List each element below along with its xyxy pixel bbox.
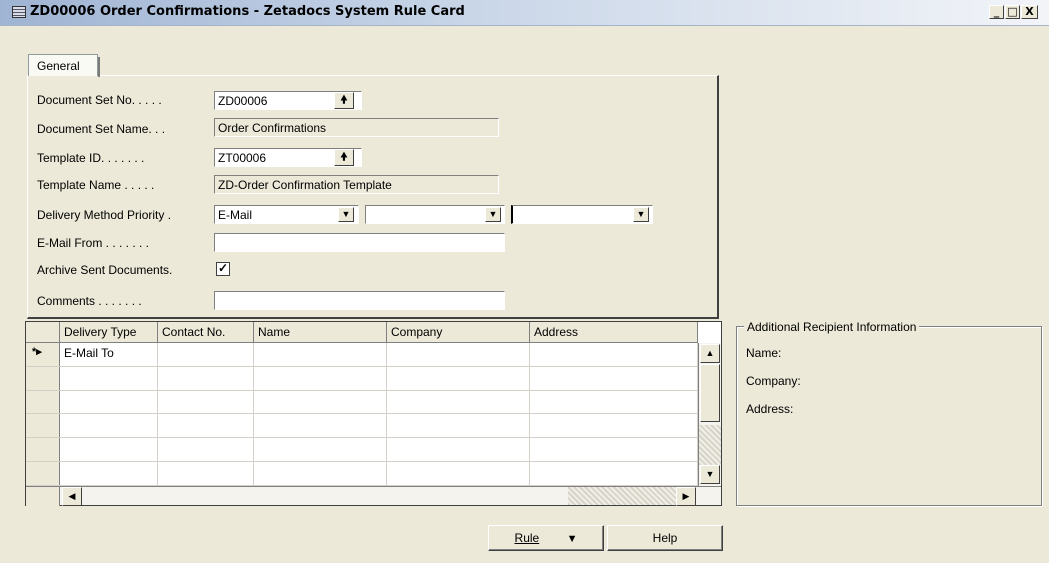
template-name-label: Template Name . . . . . <box>37 178 155 192</box>
table-cell[interactable] <box>254 414 387 438</box>
rule-button[interactable]: Rule ▼ <box>488 525 604 551</box>
scroll-left-icon[interactable]: ◀ <box>62 487 82 506</box>
table-cell[interactable] <box>530 438 698 461</box>
recipient-info-title: Additional Recipient Information <box>744 320 920 334</box>
comments-label: Comments . . . . . . . <box>37 294 142 308</box>
document-set-name-field: Order Confirmations <box>214 118 499 137</box>
scroll-corner <box>26 487 60 506</box>
horizontal-scrollbar[interactable]: ◀ ▶ <box>26 486 721 506</box>
table-cell[interactable] <box>387 414 530 438</box>
row-selector[interactable] <box>26 390 60 414</box>
table-row[interactable] <box>26 390 698 415</box>
table-row[interactable] <box>26 438 698 462</box>
delivery-method-priority-label: Delivery Method Priority . <box>37 208 172 222</box>
document-set-lookup-button[interactable]: 🠝 <box>334 92 354 109</box>
scroll-right-icon[interactable]: ▶ <box>676 487 696 506</box>
template-id-label: Template ID. . . . . . . <box>37 151 145 165</box>
table-cell[interactable] <box>530 461 698 485</box>
table-cell[interactable] <box>158 414 254 438</box>
recipient-info-group <box>736 326 1042 506</box>
table-row[interactable] <box>26 461 698 486</box>
email-from-label: E-Mail From . . . . . . . <box>37 236 150 250</box>
template-name-field: ZD-Order Confirmation Template <box>214 175 499 194</box>
rule-label: Rule <box>514 531 540 545</box>
archive-sent-documents-label: Archive Sent Documents. <box>37 263 173 277</box>
column-header[interactable]: Name <box>254 322 387 343</box>
table-cell[interactable] <box>60 438 158 461</box>
email-from-field[interactable] <box>214 233 505 252</box>
table-cell[interactable] <box>158 366 254 390</box>
table-cell[interactable] <box>530 343 698 366</box>
recipient-name-label: Name: <box>746 346 782 360</box>
archive-sent-documents-checkbox[interactable]: ✓ <box>216 262 230 276</box>
table-cell[interactable] <box>158 343 254 366</box>
help-button[interactable]: Help <box>607 525 723 551</box>
scroll-down-icon[interactable]: ▼ <box>700 465 720 484</box>
table-cell[interactable] <box>387 343 530 366</box>
table-cell[interactable] <box>387 438 530 461</box>
table-cell[interactable] <box>254 366 387 390</box>
column-header[interactable]: Company <box>387 322 530 343</box>
table-cell[interactable] <box>60 414 158 438</box>
row-selector[interactable] <box>26 414 60 438</box>
column-header[interactable]: Address <box>530 322 698 343</box>
table-cell[interactable] <box>254 343 387 366</box>
column-header[interactable]: Contact No. <box>158 322 254 343</box>
table-cell[interactable] <box>254 438 387 461</box>
table-cell[interactable] <box>387 461 530 485</box>
form-icon <box>12 6 26 18</box>
chevron-down-icon[interactable]: ▼ <box>485 207 501 222</box>
table-cell[interactable] <box>387 366 530 390</box>
recipient-company-label: Company: <box>746 374 801 388</box>
recipient-address-label: Address: <box>746 402 794 416</box>
document-set-no-label: Document Set No. . . . . <box>37 93 162 107</box>
minimize-button[interactable]: _ <box>989 5 1004 19</box>
table-cell[interactable] <box>158 438 254 461</box>
chevron-down-icon: ▼ <box>566 533 578 545</box>
grid-body: *▸ E-Mail To <box>26 343 698 486</box>
general-panel <box>27 75 719 319</box>
maximize-button[interactable]: □ <box>1005 5 1020 19</box>
close-button[interactable]: X <box>1021 5 1038 19</box>
table-cell[interactable]: E-Mail To <box>60 343 158 366</box>
chevron-down-icon[interactable]: ▼ <box>633 207 649 222</box>
row-selector-header <box>26 322 60 343</box>
window-title: ZD00006 Order Confirmations - Zetadocs S… <box>30 4 465 19</box>
table-row[interactable] <box>26 366 698 391</box>
vertical-scrollbar[interactable]: ▲ ▼ <box>698 343 721 486</box>
table-cell[interactable] <box>254 390 387 414</box>
table-row[interactable] <box>26 414 698 439</box>
scroll-thumb[interactable] <box>700 364 720 422</box>
new-row-marker: *▸ <box>26 343 60 366</box>
scroll-track[interactable] <box>568 487 676 505</box>
title-bar: ZD00006 Order Confirmations - Zetadocs S… <box>0 0 1049 26</box>
table-cell[interactable] <box>158 461 254 485</box>
table-cell[interactable] <box>158 390 254 414</box>
tab-general[interactable]: General <box>28 54 100 77</box>
table-cell[interactable] <box>387 390 530 414</box>
row-selector[interactable] <box>26 461 60 485</box>
recipients-grid[interactable]: Delivery Type Contact No. Name Company A… <box>25 321 722 506</box>
table-cell[interactable] <box>60 366 158 390</box>
table-cell[interactable] <box>60 390 158 414</box>
table-row[interactable]: *▸ E-Mail To <box>26 343 698 367</box>
document-set-name-label: Document Set Name. . . <box>37 122 166 136</box>
chevron-down-icon[interactable]: ▼ <box>338 207 354 222</box>
comments-field[interactable] <box>214 291 505 310</box>
table-cell[interactable] <box>530 366 698 390</box>
template-lookup-button[interactable]: 🠝 <box>334 149 354 166</box>
scroll-up-icon[interactable]: ▲ <box>700 344 720 363</box>
delivery-method-3-select[interactable] <box>511 205 653 224</box>
table-cell[interactable] <box>60 461 158 485</box>
column-header[interactable]: Delivery Type <box>60 322 158 343</box>
grid-header: Delivery Type Contact No. Name Company A… <box>26 322 698 343</box>
scroll-track[interactable] <box>699 425 721 465</box>
table-cell[interactable] <box>254 461 387 485</box>
row-selector[interactable] <box>26 438 60 461</box>
table-cell[interactable] <box>530 414 698 438</box>
delivery-method-2-select[interactable] <box>365 205 505 224</box>
table-cell[interactable] <box>530 390 698 414</box>
row-selector[interactable] <box>26 366 60 390</box>
